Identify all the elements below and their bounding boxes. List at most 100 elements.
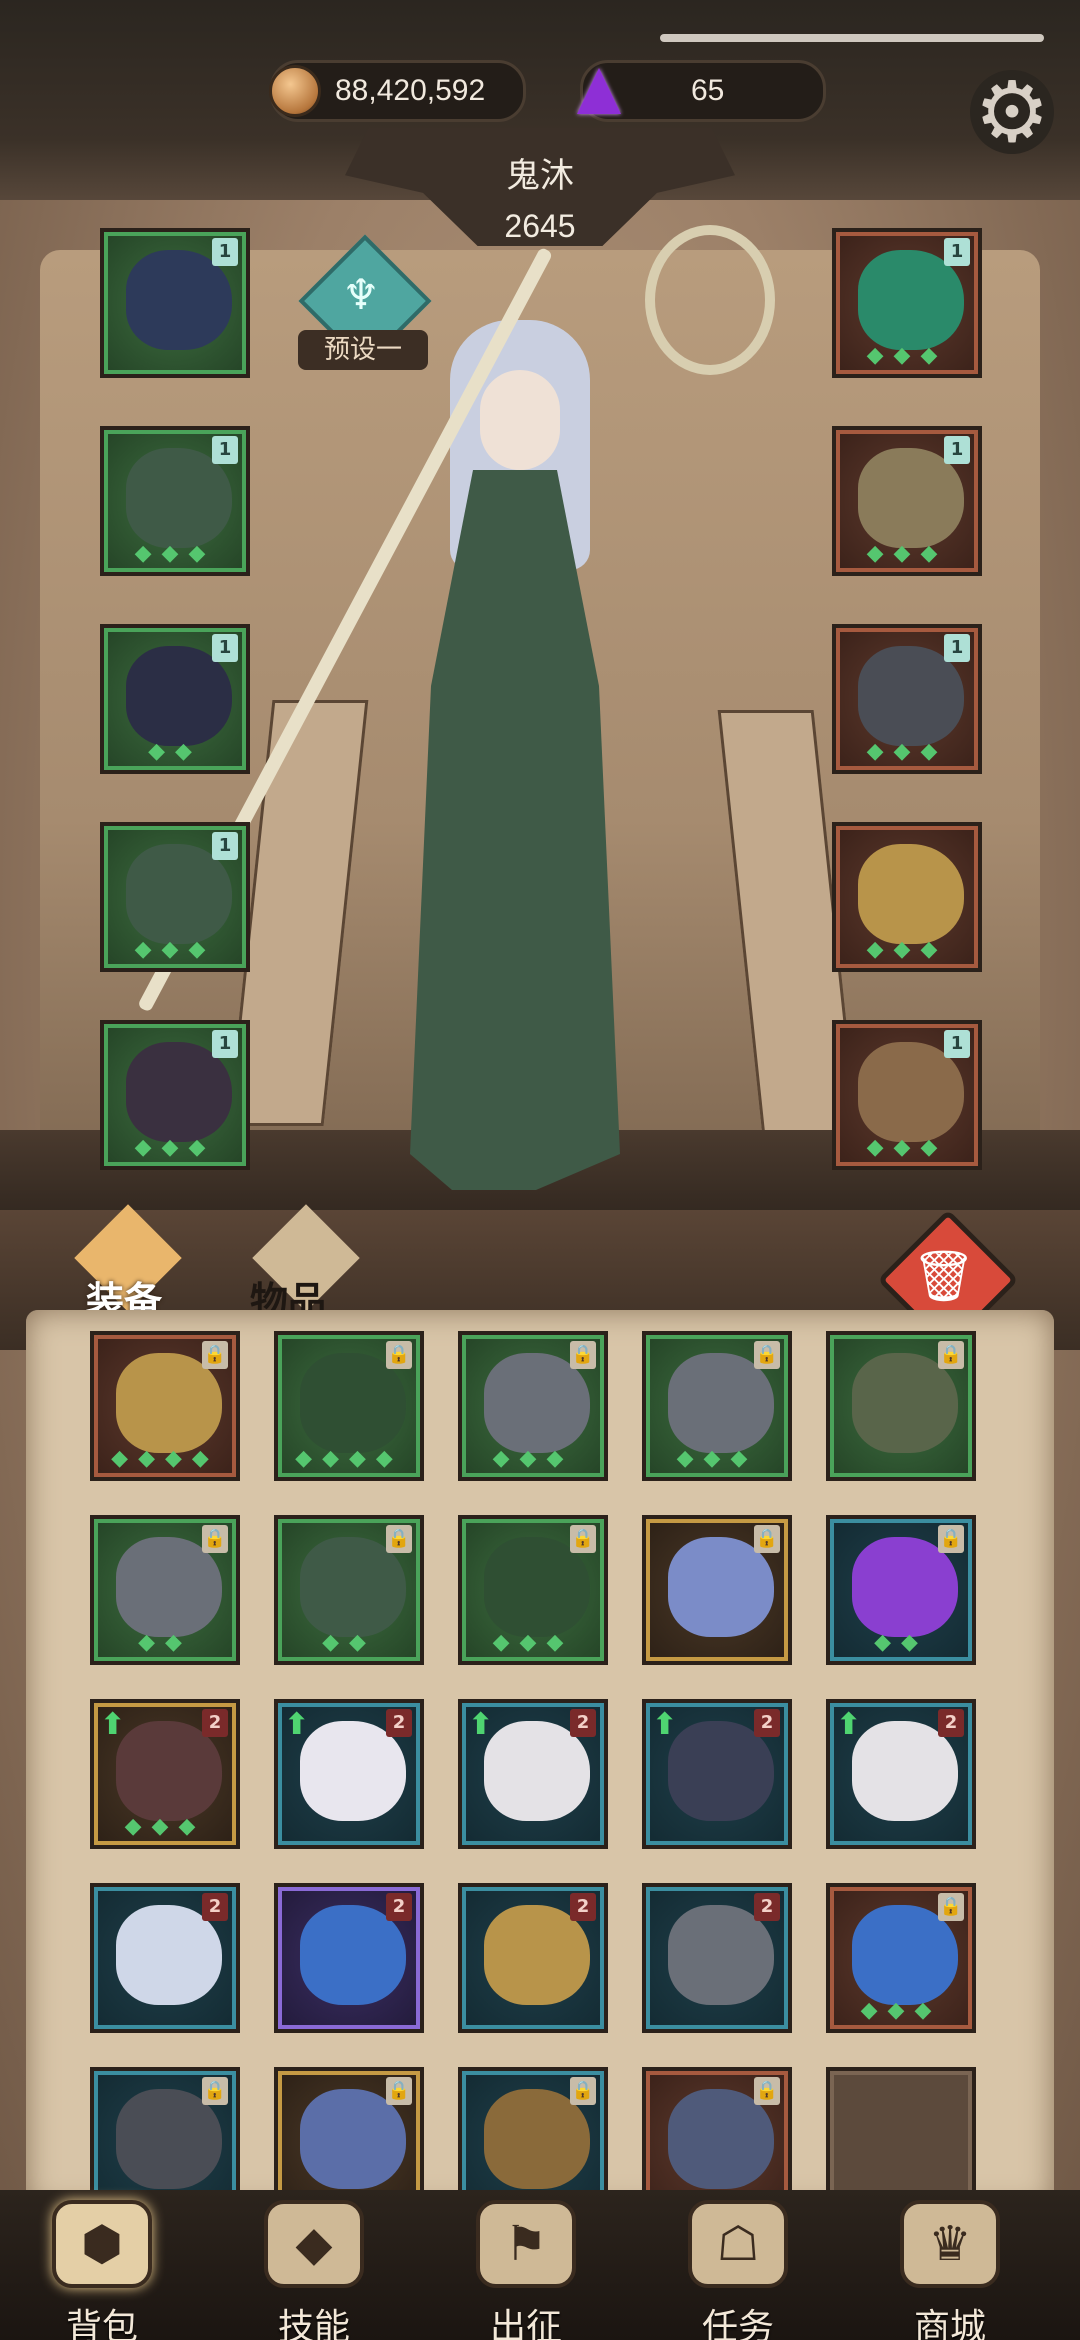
upgrade-arrow-icon: ⬆ bbox=[652, 1707, 678, 1742]
item-slot[interactable]: 1 ◆◆◆ bbox=[100, 1020, 250, 1170]
item-slot[interactable]: 2 ⬆ bbox=[826, 1699, 976, 1849]
item-slot[interactable]: 2 bbox=[642, 1883, 792, 2033]
item-slot[interactable]: 1 ◆◆◆ bbox=[100, 426, 250, 576]
gem-sockets: ◆◆◆◆ bbox=[295, 1446, 403, 1471]
lock-icon: 🔒 bbox=[754, 1341, 780, 1369]
item-slot[interactable]: 1 bbox=[100, 228, 250, 378]
lock-icon: 🔒 bbox=[202, 1525, 228, 1553]
trash-icon: 🗑 bbox=[912, 1247, 976, 1305]
backpack-icon: ⬢ bbox=[52, 2200, 152, 2288]
item-tag: 2 bbox=[202, 1709, 228, 1737]
lock-icon: 🔒 bbox=[570, 1341, 596, 1369]
lock-icon: 🔒 bbox=[202, 1341, 228, 1369]
item-tag: 1 bbox=[944, 238, 970, 266]
item-slot[interactable]: 🔒 ◆◆◆ bbox=[826, 1883, 976, 2033]
upgrade-arrow-icon: ⬆ bbox=[836, 1707, 862, 1742]
item-tag: 1 bbox=[944, 436, 970, 464]
quest-icon: ☖ bbox=[688, 2200, 788, 2288]
item-tag: 1 bbox=[944, 634, 970, 662]
item-slot[interactable]: 2 ⬆ bbox=[274, 1699, 424, 1849]
item-slot[interactable]: 1 ◆◆◆ bbox=[832, 624, 982, 774]
lock-icon: 🔒 bbox=[754, 2077, 780, 2105]
gem-sockets: ◆◆ bbox=[874, 1630, 928, 1655]
item-tag: 2 bbox=[754, 1893, 780, 1921]
item-slot[interactable]: 🔒 ◆◆◆◆ bbox=[274, 1331, 424, 1481]
gem-sockets: ◆◆ bbox=[138, 1630, 192, 1655]
item-slot[interactable]: 🔒 ◆◆◆ bbox=[642, 1331, 792, 1481]
coin-icon bbox=[269, 65, 321, 117]
item-tag: 2 bbox=[570, 1893, 596, 1921]
expedition-icon: ⚑ bbox=[476, 2200, 576, 2288]
upgrade-arrow-icon: ⬆ bbox=[284, 1707, 310, 1742]
upgrade-arrow-icon: ⬆ bbox=[468, 1707, 494, 1742]
hero-character bbox=[137, 246, 700, 1220]
item-tag: 1 bbox=[944, 1030, 970, 1058]
item-tag: 1 bbox=[212, 436, 238, 464]
item-tag: 1 bbox=[212, 1030, 238, 1058]
lock-icon: 🔒 bbox=[570, 1525, 596, 1553]
hero-name: 鬼沐 bbox=[506, 156, 574, 196]
nav-label: 任务 bbox=[701, 2307, 774, 2340]
status-pill bbox=[660, 34, 1044, 42]
gem-sockets: ◆◆◆ bbox=[492, 1446, 574, 1471]
item-slot[interactable]: 🔒 ◆◆◆◆ bbox=[90, 1331, 240, 1481]
nav-label: 商城 bbox=[913, 2307, 986, 2340]
lock-icon: 🔒 bbox=[938, 1341, 964, 1369]
item-slot[interactable]: 🔒 ◆◆ bbox=[90, 1515, 240, 1665]
item-slot[interactable]: 1 ◆◆◆ bbox=[832, 228, 982, 378]
gem-sockets: ◆◆◆ bbox=[866, 739, 948, 764]
item-slot[interactable]: 🔒 ◆◆◆ bbox=[458, 1331, 608, 1481]
gem-sockets: ◆◆ bbox=[322, 1630, 376, 1655]
lock-icon: 🔒 bbox=[386, 2077, 412, 2105]
lock-icon: 🔒 bbox=[386, 1341, 412, 1369]
item-slot[interactable]: 1 ◆◆ bbox=[100, 624, 250, 774]
item-slot[interactable]: 🔒 bbox=[826, 1331, 976, 1481]
gear-icon[interactable]: ⚙ bbox=[970, 70, 1054, 154]
item-slot[interactable]: 2 bbox=[274, 1883, 424, 2033]
item-art bbox=[858, 844, 964, 944]
preset-symbol-icon: ♆ bbox=[342, 270, 380, 319]
item-slot[interactable]: 🔒 bbox=[642, 1515, 792, 1665]
nav-item-quest[interactable]: ☖ 任务 bbox=[648, 2200, 828, 2340]
lock-icon: 🔒 bbox=[570, 2077, 596, 2105]
gem-counter: 65 bbox=[577, 60, 826, 122]
item-slot[interactable]: 1 ◆◆◆ bbox=[832, 426, 982, 576]
gem-sockets: ◆◆◆ bbox=[866, 1135, 948, 1160]
item-slot[interactable]: 2 ⬆ ◆◆◆ bbox=[90, 1699, 240, 1849]
item-tag: 2 bbox=[570, 1709, 596, 1737]
lock-icon: 🔒 bbox=[202, 2077, 228, 2105]
item-slot[interactable]: 🔒 ◆◆ bbox=[274, 1515, 424, 1665]
lock-icon: 🔒 bbox=[754, 1525, 780, 1553]
gem-sockets: ◆◆◆ bbox=[866, 937, 948, 962]
item-tag: 1 bbox=[212, 238, 238, 266]
nav-item-expedition[interactable]: ⚑ 出征 bbox=[436, 2200, 616, 2340]
item-slot[interactable]: 2 bbox=[90, 1883, 240, 2033]
item-slot[interactable]: 1 ◆◆◆ bbox=[100, 822, 250, 972]
upgrade-arrow-icon: ⬆ bbox=[100, 1707, 126, 1742]
item-slot[interactable]: 2 bbox=[458, 1883, 608, 2033]
item-tag: 1 bbox=[212, 832, 238, 860]
gem-sockets: ◆◆◆ bbox=[860, 1998, 942, 2023]
item-tag: 2 bbox=[938, 1709, 964, 1737]
item-tag: 2 bbox=[386, 1709, 412, 1737]
lock-icon: 🔒 bbox=[938, 1525, 964, 1553]
item-tag: 2 bbox=[386, 1893, 412, 1921]
item-slot[interactable]: 🔒 ◆◆ bbox=[826, 1515, 976, 1665]
item-slot[interactable]: 1 ◆◆◆ bbox=[832, 1020, 982, 1170]
gem-sockets: ◆◆◆ bbox=[134, 541, 216, 566]
item-slot[interactable]: 2 ⬆ bbox=[458, 1699, 608, 1849]
nav-item-shop[interactable]: ♛ 商城 bbox=[860, 2200, 1040, 2340]
nav-label: 技能 bbox=[277, 2307, 350, 2340]
gem-sockets: ◆◆◆ bbox=[492, 1630, 574, 1655]
item-tag: 1 bbox=[212, 634, 238, 662]
nav-item-backpack[interactable]: ⬢ 背包 bbox=[12, 2200, 192, 2340]
hero-coat bbox=[410, 470, 620, 1190]
item-slot[interactable]: 🔒 ◆◆◆ bbox=[458, 1515, 608, 1665]
nav-label: 背包 bbox=[65, 2307, 138, 2340]
item-slot[interactable]: ◆◆◆ bbox=[832, 822, 982, 972]
nav-item-skill[interactable]: ◆ 技能 bbox=[224, 2200, 404, 2340]
item-slot[interactable]: 2 ⬆ bbox=[642, 1699, 792, 1849]
lock-icon: 🔒 bbox=[938, 1893, 964, 1921]
staff-head bbox=[645, 225, 775, 375]
gem-sockets: ◆◆◆ bbox=[124, 1814, 206, 1839]
